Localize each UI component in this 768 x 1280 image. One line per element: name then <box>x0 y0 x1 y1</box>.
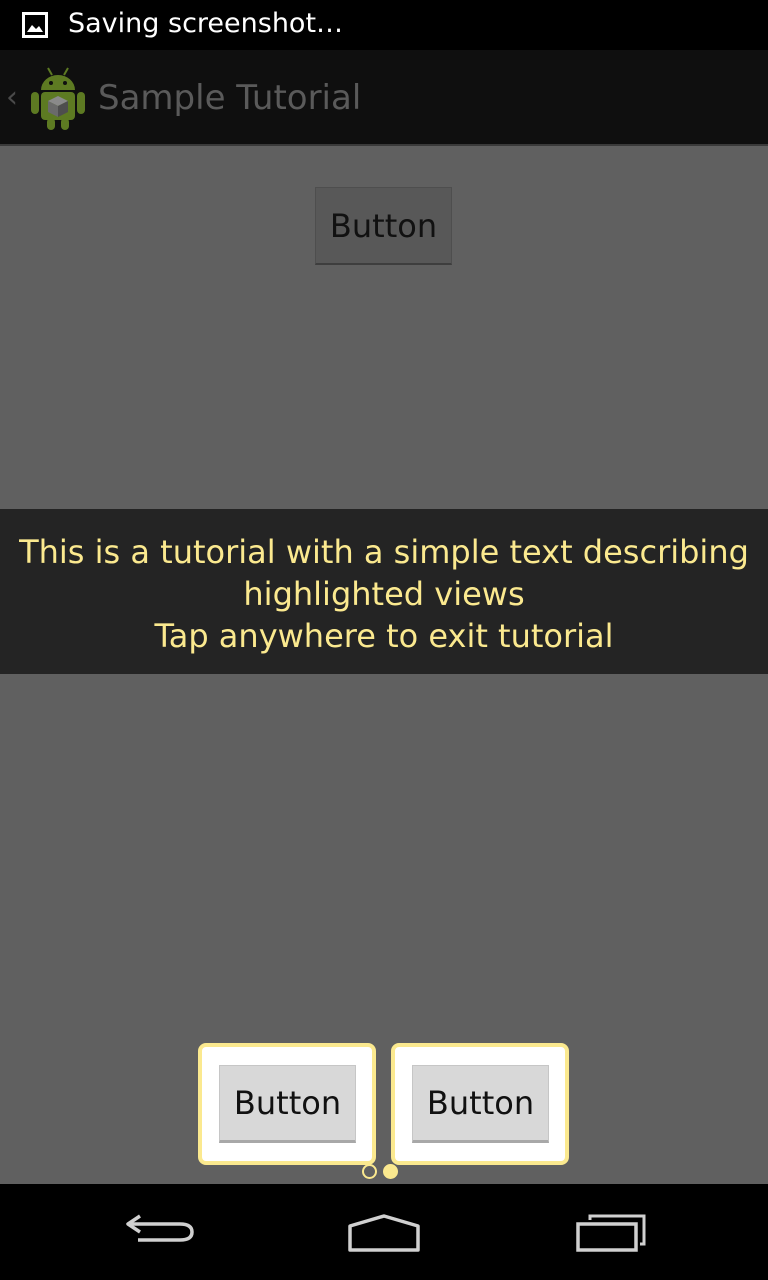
top-button[interactable]: Button <box>315 187 452 265</box>
chevron-left-icon[interactable]: ‹ <box>6 80 18 116</box>
status-bar: Saving screenshot… <box>0 0 768 50</box>
highlighted-button-2[interactable]: Button <box>412 1065 549 1143</box>
highlight-frame: Button <box>391 1043 569 1165</box>
tutorial-exit-hint: Tap anywhere to exit tutorial <box>154 617 614 655</box>
highlighted-button-1[interactable]: Button <box>219 1065 356 1143</box>
highlight-frame: Button <box>198 1043 376 1165</box>
action-bar: ‹ Sample Tutorial <box>0 50 768 146</box>
navigation-bar <box>0 1184 768 1280</box>
status-notification-text: Saving screenshot… <box>68 8 344 39</box>
tutorial-text-panel[interactable]: This is a tutorial with a simple text de… <box>0 509 768 674</box>
page-indicator-dot <box>362 1164 377 1179</box>
app-title: Sample Tutorial <box>98 78 362 118</box>
tutorial-text-line: This is a tutorial with a simple text de… <box>19 533 749 571</box>
back-icon[interactable] <box>110 1206 210 1258</box>
recents-icon[interactable] <box>560 1206 660 1258</box>
home-icon[interactable] <box>334 1206 434 1258</box>
android-icon[interactable] <box>28 64 88 132</box>
tutorial-text-line: highlighted views <box>243 575 525 613</box>
page-indicator-dot-active <box>383 1164 398 1179</box>
image-icon <box>22 12 48 38</box>
